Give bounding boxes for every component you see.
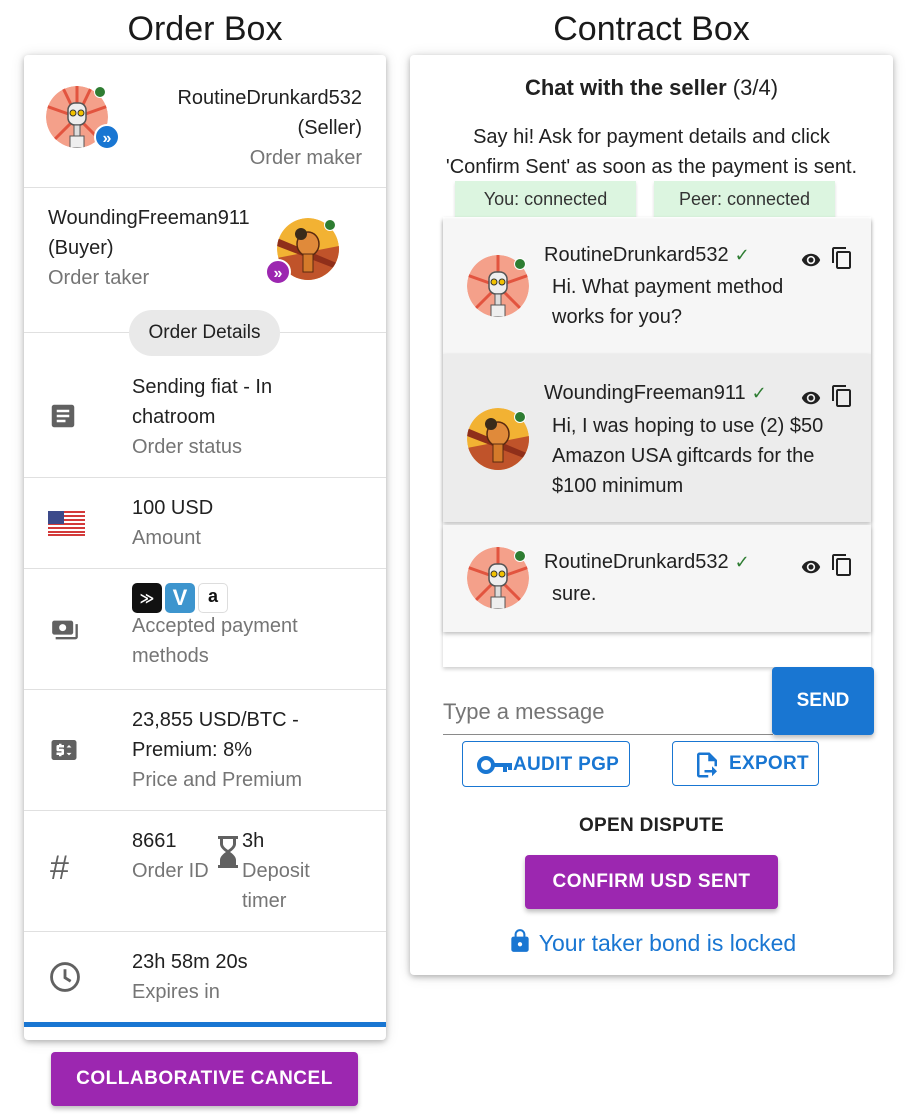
taker-role: (Buyer) [48,237,114,259]
chat-message: RoutineDrunkard532 ✓ sure. [443,525,871,632]
message-input[interactable] [443,689,773,735]
order-box: » RoutineDrunkard532 (Seller) Order make… [24,55,386,1040]
chat-instructions-line2: 'Confirm Sent' as soon as the payment is… [445,156,858,178]
price-label: Price and Premium [132,769,303,791]
maker-label: Order maker [249,147,362,169]
chat-instructions-line1: Say hi! Ask for payment details and clic… [473,126,830,148]
price-value-line1: 23,855 USD/BTC - [132,709,299,731]
bond-status: Your taker bond is locked [410,926,893,957]
deposit-timer-label-line2: timer [242,890,287,912]
message-text-line1: Hi, I was hoping to use (2) $50 [552,415,824,437]
order-id-row: # 8661 Order ID 3h Deposit timer [24,811,386,932]
online-indicator [514,550,526,562]
online-indicator [514,411,526,423]
show-pgp-eye-icon[interactable] [798,388,824,408]
taker-online-indicator [324,219,336,231]
maker-name: RoutineDrunkard532 [177,87,362,109]
taker-name: WoundingFreeman911 [48,207,250,229]
payment-methods-row: ≫ V a Accepted payment methods [24,569,386,690]
taker-order-type-badge: » [265,259,291,285]
price-value-line2: Premium: 8% [132,739,253,761]
peer-connection-status: Peer: connected [654,181,835,217]
send-button[interactable]: SEND [772,667,874,735]
article-icon [51,404,75,428]
bond-status-text: Your taker bond is locked [538,930,797,956]
cash-app-icon: ≫ [132,583,162,613]
order-details-chip: Order Details [129,310,280,356]
audit-pgp-button[interactable]: AUDIT PGP [462,741,630,787]
order-status-label: Order status [132,436,243,458]
copy-icon[interactable] [830,553,854,577]
message-text-line1: sure. [552,583,597,605]
copy-icon[interactable] [830,384,854,408]
chat-step: (3/4) [732,75,779,100]
chat-title: Chat with the seller [524,75,727,100]
amount-value: 100 USD [132,497,214,519]
show-pgp-eye-icon[interactable] [798,557,824,577]
show-pgp-eye-icon[interactable] [798,250,824,270]
deposit-timer-label-line1: Deposit [242,860,310,882]
online-indicator [514,258,526,270]
maker-row: » RoutineDrunkard532 (Seller) Order make… [24,55,386,188]
payments-icon [52,620,78,640]
copy-icon[interactable] [830,246,854,270]
key-icon [477,756,512,774]
payment-label-line2: methods [132,645,209,667]
export-label: EXPORT [729,753,809,774]
expires-label: Expires in [132,981,220,1003]
export-file-icon [697,752,717,778]
clock-icon [50,962,80,992]
export-button[interactable]: EXPORT [672,741,819,786]
message-author: RoutineDrunkard532 [544,551,729,573]
order-box-title: Order Box [127,10,283,48]
chat-message: WoundingFreeman911 ✓ Hi, I was hoping to … [443,354,871,522]
message-author: RoutineDrunkard532 [544,244,729,266]
amazon-usa-icon: a [198,583,228,613]
amount-label: Amount [132,527,201,549]
order-status-row: Sending fiat - In chatroom Order status [24,356,386,478]
price-change-icon [51,740,77,760]
order-id-value: 8661 [132,830,177,852]
message-text-line2: Amazon USA giftcards for the [552,445,815,467]
price-row: 23,855 USD/BTC - Premium: 8% Price and P… [24,690,386,811]
maker-online-indicator [94,86,106,98]
taker-label: Order taker [48,267,150,289]
venmo-icon: V [165,583,195,613]
deposit-timer-value: 3h [242,830,265,852]
contract-box-title: Contract Box [553,10,750,48]
message-text-line2: works for you? [552,306,683,328]
order-id-label: Order ID [132,860,209,882]
expires-value: 23h 58m 20s [132,951,248,973]
payment-label-line1: Accepted payment [132,615,298,637]
expiry-progress-bar [24,1022,386,1027]
contract-box: Chat with the seller (3/4) Say hi! Ask f… [410,55,893,975]
maker-order-type-badge: » [94,124,120,150]
chat-message: RoutineDrunkard532 ✓ Hi. What payment met… [443,219,871,354]
amount-row: 100 USD Amount [24,478,386,569]
order-status-value-line2: chatroom [132,406,216,428]
collaborative-cancel-button[interactable]: COLLABORATIVE CANCEL [51,1052,358,1106]
message-text-line1: Hi. What payment method [552,276,784,298]
you-connection-status: You: connected [455,181,636,217]
delivered-check-icon: ✓ [751,383,767,403]
delivered-check-icon: ✓ [734,552,750,572]
message-text-line3: $100 minimum [552,475,684,497]
us-flag-icon [48,511,85,536]
hourglass-icon [218,836,238,868]
open-dispute-button[interactable]: OPEN DISPUTE [410,815,893,837]
hash-icon: # [50,849,69,887]
delivered-check-icon: ✓ [734,245,750,265]
confirm-sent-button[interactable]: CONFIRM USD SENT [525,855,778,909]
expires-row: 23h 58m 20s Expires in [24,932,386,1023]
order-status-value-line1: Sending fiat - In [132,376,273,398]
audit-pgp-label: AUDIT PGP [513,754,620,775]
message-author: WoundingFreeman911 [544,382,746,404]
lock-icon [511,929,529,952]
maker-role: (Seller) [297,117,362,139]
